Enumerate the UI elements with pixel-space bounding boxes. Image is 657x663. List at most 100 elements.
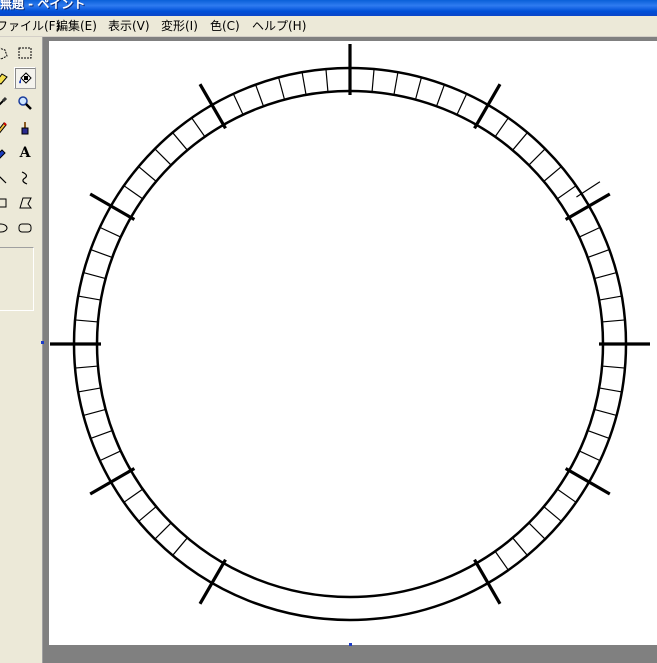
ring-segment-divider (371, 68, 375, 93)
menu-edit[interactable]: 編集(E) (56, 16, 97, 36)
tool-eraser[interactable] (0, 67, 12, 89)
tool-pick-color[interactable] (0, 92, 12, 114)
tool-ellipse[interactable] (0, 217, 12, 239)
ring-segment-divider (172, 132, 188, 151)
window-title: 無題 - ペイント (0, 0, 86, 11)
menu-file[interactable]: ファイル(F) (0, 16, 60, 36)
major-tick (198, 83, 227, 130)
ring-segment-divider (74, 319, 99, 323)
paint-window: 無題 - ペイント ファイル(F) 編集(E) 表示(V) 変形(I) 色(C)… (0, 0, 657, 663)
ring-segment-divider (74, 365, 99, 369)
inner-ring-circle (95, 89, 605, 599)
ring-segment-divider (99, 226, 121, 238)
tool-pencil[interactable] (0, 117, 12, 139)
ellipse-icon (0, 223, 8, 233)
ring-segment-divider (277, 77, 286, 100)
tool-magnifier[interactable] (14, 92, 36, 114)
ring-segment-divider (393, 72, 399, 95)
major-tick (473, 558, 502, 605)
major-tick (564, 467, 611, 496)
tool-free-form-select[interactable] (0, 42, 12, 64)
drawing-canvas[interactable] (49, 41, 657, 645)
brush-icon (21, 122, 29, 135)
ring-segment-divider (90, 249, 113, 259)
ring-segment-divider (512, 537, 528, 556)
ring-segment-divider (99, 450, 121, 462)
ring-segment-divider (512, 132, 528, 151)
ring-segment-divider (528, 148, 546, 166)
tool-fill[interactable] (14, 67, 36, 89)
title-bar: 無題 - ペイント (0, 0, 657, 16)
ring-segment-divider (90, 429, 113, 439)
ring-segment-divider (599, 295, 622, 301)
resize-handle-bottom[interactable] (349, 643, 352, 646)
ring-segment-divider (599, 387, 622, 393)
ring-segment-divider (123, 488, 144, 503)
ring-segment-divider (556, 185, 577, 200)
tool-brush[interactable] (14, 117, 36, 139)
free-select-icon (0, 47, 8, 60)
ring-segment-divider (414, 77, 423, 100)
ring-segment-divider (543, 166, 562, 182)
fill-bucket-icon (19, 72, 32, 84)
tool-airbrush[interactable] (0, 142, 12, 164)
ring-segment-divider (556, 488, 577, 503)
tool-line[interactable] (0, 167, 12, 189)
major-tick (564, 192, 611, 221)
ring-segment-divider (528, 522, 546, 540)
ring-segment-divider (83, 271, 106, 280)
ring-segment-divider (154, 522, 172, 540)
tool-polygon[interactable] (14, 192, 36, 214)
ring-segment-divider (494, 550, 509, 571)
ring-segment-divider (172, 537, 188, 556)
major-tick (89, 192, 136, 221)
ring-segment-divider (78, 387, 101, 393)
text-icon: A (19, 145, 31, 161)
pencil-icon (0, 122, 7, 134)
ring-segment-divider (587, 249, 610, 259)
major-tick (89, 467, 136, 496)
ring-segment-divider (123, 185, 144, 200)
ring-segment-divider (154, 148, 172, 166)
ring-segment-divider (138, 506, 157, 522)
eraser-icon (0, 73, 8, 85)
tool-curve[interactable] (14, 167, 36, 189)
ring-segment-divider (601, 319, 626, 323)
tool-rectangle[interactable] (0, 192, 12, 214)
tool-text[interactable]: A (14, 142, 36, 164)
magnifier-icon (18, 96, 32, 110)
ring-segment-divider (579, 450, 601, 462)
menu-bar: ファイル(F) 編集(E) 表示(V) 変形(I) 色(C) ヘルプ(H) (0, 16, 657, 37)
eyedropper-icon (0, 96, 8, 106)
menu-view[interactable]: 表示(V) (108, 16, 150, 36)
ring-segment-divider (594, 271, 617, 280)
drawing (50, 44, 650, 622)
line-icon (0, 176, 7, 184)
ring-segment-divider (435, 84, 445, 107)
tool-options-box[interactable] (0, 247, 34, 311)
major-tick (473, 83, 502, 130)
canvas-area (41, 37, 657, 663)
polygon-icon (19, 197, 32, 209)
menu-colors[interactable]: 色(C) (210, 16, 240, 36)
rounded-rect-icon (18, 223, 32, 233)
ring-segment-divider (83, 408, 106, 417)
ring-segment-divider (579, 226, 601, 238)
tool-rounded-rectangle[interactable] (14, 217, 36, 239)
tool-select[interactable] (14, 42, 36, 64)
ring-segment-divider (191, 117, 206, 138)
ring-segment-divider (255, 84, 265, 107)
ring-segment-divider (78, 295, 101, 301)
ring-segment-divider (587, 429, 610, 439)
curve-icon (21, 171, 28, 185)
ring-segment-divider (594, 408, 617, 417)
ring-segment-divider (456, 93, 468, 115)
resize-handle-left (41, 341, 44, 344)
menu-image[interactable]: 変形(I) (161, 16, 198, 36)
menu-help[interactable]: ヘルプ(H) (252, 16, 306, 36)
ring-segment-divider (494, 117, 509, 138)
major-tick (198, 558, 227, 605)
ring-segment-divider (138, 166, 157, 182)
rect-select-icon (18, 47, 32, 59)
ring-segment-divider (543, 506, 562, 522)
